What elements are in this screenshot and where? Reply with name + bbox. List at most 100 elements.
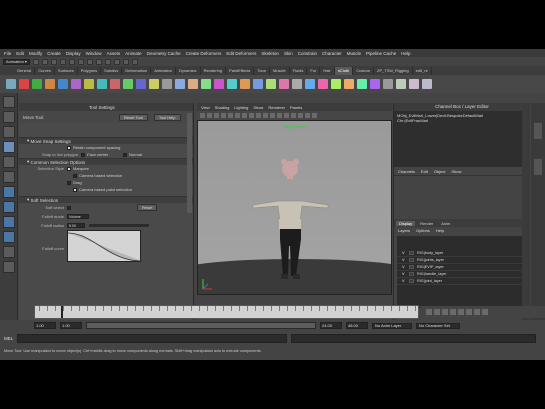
- camera-attr-icon[interactable]: [207, 113, 212, 118]
- menu-constrain[interactable]: Constrain: [298, 51, 317, 56]
- camera-paint-checkbox[interactable]: [73, 187, 77, 192]
- layer-tab-render[interactable]: Render: [417, 221, 436, 226]
- shelf-tool-icon[interactable]: [19, 79, 29, 89]
- camera-selection-checkbox[interactable]: [73, 173, 77, 178]
- rotate-tool-icon[interactable]: [3, 156, 15, 168]
- shelf-tool-icon[interactable]: [214, 79, 224, 89]
- shelf-tool-icon[interactable]: [71, 79, 81, 89]
- channel-menu-channels[interactable]: Channels: [398, 169, 415, 174]
- layer-color-swatch[interactable]: [409, 258, 414, 262]
- shelf-tool-icon[interactable]: [253, 79, 263, 89]
- shelf-tool-icon[interactable]: [84, 79, 94, 89]
- shelf-tab-ncloth[interactable]: nCloth: [334, 66, 354, 75]
- shelf-tab-muscle[interactable]: Muscle: [270, 66, 290, 75]
- play-backwards-icon[interactable]: [450, 309, 456, 315]
- menu-create-deformers[interactable]: Create Deformers: [186, 51, 222, 56]
- snap-curve-icon[interactable]: [95, 58, 102, 65]
- menu-animate[interactable]: Animate: [125, 51, 142, 56]
- step-back-frame-icon[interactable]: [442, 309, 448, 315]
- move-snap-settings-frame[interactable]: ▾ Move Snap Settings: [19, 137, 193, 144]
- menu-create[interactable]: Create: [47, 51, 61, 56]
- textured-icon[interactable]: [284, 113, 289, 118]
- face-center-checkbox[interactable]: [81, 152, 85, 157]
- resolution-gate-icon[interactable]: [242, 113, 247, 118]
- menu-geometry-cache[interactable]: Geometry Cache: [147, 51, 181, 56]
- layer-color-swatch[interactable]: [409, 279, 414, 283]
- shelf-tool-icon[interactable]: [370, 79, 380, 89]
- channel-box-scrollbar[interactable]: [522, 103, 530, 323]
- shelf-tool-icon[interactable]: [318, 79, 328, 89]
- new-scene-icon[interactable]: [32, 58, 39, 65]
- viewport-menu-view[interactable]: View: [201, 105, 210, 110]
- layer-menu-layers[interactable]: Layers: [398, 228, 410, 233]
- time-slider[interactable]: [34, 305, 419, 319]
- persp-graph-layout-icon[interactable]: [3, 231, 15, 243]
- menu-display[interactable]: Display: [66, 51, 81, 56]
- save-scene-icon[interactable]: [50, 58, 57, 65]
- layer-row[interactable]: V RIG|handle_layer: [397, 271, 527, 278]
- shelf-tool-icon[interactable]: [383, 79, 393, 89]
- wireframe-icon[interactable]: [270, 113, 275, 118]
- image-plane-icon[interactable]: [221, 113, 226, 118]
- lights-icon[interactable]: [291, 113, 296, 118]
- menu-set-dropdown[interactable]: Animation ▾: [3, 58, 30, 65]
- layer-visibility-toggle[interactable]: V: [402, 272, 406, 276]
- shelf-tab-fluids[interactable]: Fluids: [290, 66, 308, 75]
- shelf-tool-icon[interactable]: [175, 79, 185, 89]
- step-forward-frame-icon[interactable]: [466, 309, 472, 315]
- anim-layer-dropdown[interactable]: No Anim Layer: [372, 322, 412, 329]
- shelf-tab-toon[interactable]: Toon: [254, 66, 270, 75]
- shelf-tab-surfaces[interactable]: Surfaces: [55, 66, 78, 75]
- shelf-tool-icon[interactable]: [188, 79, 198, 89]
- shelf-tool-icon[interactable]: [123, 79, 133, 89]
- scale-tool-icon[interactable]: [3, 171, 15, 183]
- soft-select-checkbox[interactable]: [67, 205, 71, 210]
- shelf-tool-icon[interactable]: [201, 79, 211, 89]
- open-scene-icon[interactable]: [41, 58, 48, 65]
- shelf-tool-icon[interactable]: [149, 79, 159, 89]
- perspective-viewport[interactable]: Right Profile: [197, 120, 392, 295]
- shelf-tool-icon[interactable]: [32, 79, 42, 89]
- viewport-menu-show[interactable]: Show: [253, 105, 263, 110]
- menu-edit[interactable]: Edit: [16, 51, 24, 56]
- soft-reset-button[interactable]: Reset: [137, 204, 158, 211]
- lasso-tool-icon[interactable]: [3, 111, 15, 123]
- single-perspective-layout-icon[interactable]: [3, 186, 15, 198]
- persp-outliner-layout-icon[interactable]: [3, 216, 15, 228]
- falloff-mode-dropdown[interactable]: Volume: [67, 214, 89, 219]
- render-icon[interactable]: [113, 58, 120, 65]
- shelf-tab-general[interactable]: General: [14, 66, 36, 75]
- shelf-tool-icon[interactable]: [110, 79, 120, 89]
- tool-settings-tab[interactable]: [534, 159, 542, 175]
- viewport-menu-panels[interactable]: Panels: [290, 105, 302, 110]
- range-slider[interactable]: [86, 322, 316, 329]
- shelf-tool-icon[interactable]: [58, 79, 68, 89]
- ipr-render-icon[interactable]: [122, 58, 129, 65]
- shelf-tool-icon[interactable]: [136, 79, 146, 89]
- isolate-select-icon[interactable]: [312, 113, 317, 118]
- shelf-tool-icon[interactable]: [227, 79, 237, 89]
- shelf-tool-icon[interactable]: [409, 79, 419, 89]
- bookmark-icon[interactable]: [214, 113, 219, 118]
- shelf-tool-icon[interactable]: [422, 79, 432, 89]
- channel-menu-show[interactable]: Show: [451, 169, 461, 174]
- shelf-tool-icon[interactable]: [97, 79, 107, 89]
- end-time-field[interactable]: 48.00: [346, 322, 368, 329]
- shelf-tool-icon[interactable]: [6, 79, 16, 89]
- shelf-tool-icon[interactable]: [162, 79, 172, 89]
- shelf-tab-custom[interactable]: Custom: [353, 66, 375, 75]
- shelf-tool-icon[interactable]: [279, 79, 289, 89]
- shelf-tool-icon[interactable]: [331, 79, 341, 89]
- shelf-tab-painteffects[interactable]: PaintEffects: [226, 66, 255, 75]
- menu-edit-deformers[interactable]: Edit Deformers: [226, 51, 256, 56]
- channel-list[interactable]: [394, 175, 530, 219]
- layer-tab-display[interactable]: Display: [396, 220, 416, 226]
- shelf-tool-icon[interactable]: [240, 79, 250, 89]
- character-set-dropdown[interactable]: No Character Set: [416, 322, 460, 329]
- four-view-layout-icon[interactable]: [3, 201, 15, 213]
- move-tool-icon[interactable]: [3, 141, 15, 153]
- shelf-tab-deformation[interactable]: Deformation: [122, 66, 152, 75]
- tool-help-button[interactable]: Tool Help: [153, 113, 181, 121]
- select-object-icon[interactable]: [68, 58, 75, 65]
- shelf-tab-animation[interactable]: Animation: [151, 66, 176, 75]
